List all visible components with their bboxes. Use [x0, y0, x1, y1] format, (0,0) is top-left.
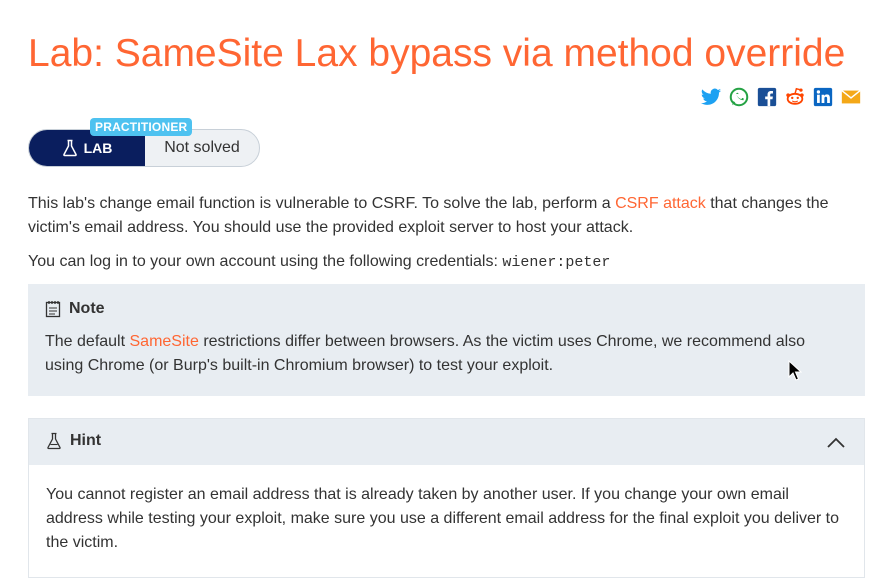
mouse-cursor-icon [788, 360, 802, 381]
lab-label-text: LAB [83, 140, 113, 156]
note-body: The default SameSite restrictions differ… [45, 330, 835, 378]
flask-icon [47, 432, 61, 450]
note-heading: Note [45, 300, 105, 318]
description-text-before: This lab's change email function is vuln… [28, 195, 616, 212]
credentials-code: wiener:peter [502, 254, 611, 271]
page-title: Lab: SameSite Lax bypass via method over… [28, 32, 846, 75]
linkedin-icon[interactable] [812, 86, 834, 108]
hint-body: You cannot register an email address tha… [46, 486, 840, 551]
note-title: Note [69, 300, 105, 317]
chevron-up-icon[interactable] [826, 436, 846, 450]
lab-description: This lab's change email function is vuln… [28, 192, 848, 240]
flask-icon [62, 139, 77, 157]
twitter-icon[interactable] [700, 86, 722, 108]
difficulty-badge: PRACTITIONER [90, 118, 193, 136]
note-box: Note The default SameSite restrictions d… [28, 284, 865, 396]
email-icon[interactable] [840, 86, 862, 108]
csrf-attack-link[interactable]: CSRF attack [615, 195, 706, 212]
share-bar [700, 86, 862, 108]
hint-box: Hint You cannot register an email addres… [28, 418, 865, 578]
credentials-line: You can log in to your own account using… [28, 250, 848, 275]
samesite-link[interactable]: SameSite [130, 333, 199, 350]
credentials-label: You can log in to your own account using… [28, 253, 503, 270]
whatsapp-icon[interactable] [728, 86, 750, 108]
note-text-before: The default [45, 333, 130, 350]
hint-header[interactable]: Hint [29, 419, 864, 465]
facebook-icon[interactable] [756, 86, 778, 108]
hint-heading: Hint [46, 432, 101, 450]
notepad-icon [45, 301, 61, 318]
reddit-icon[interactable] [784, 86, 806, 108]
hint-title: Hint [70, 432, 102, 449]
